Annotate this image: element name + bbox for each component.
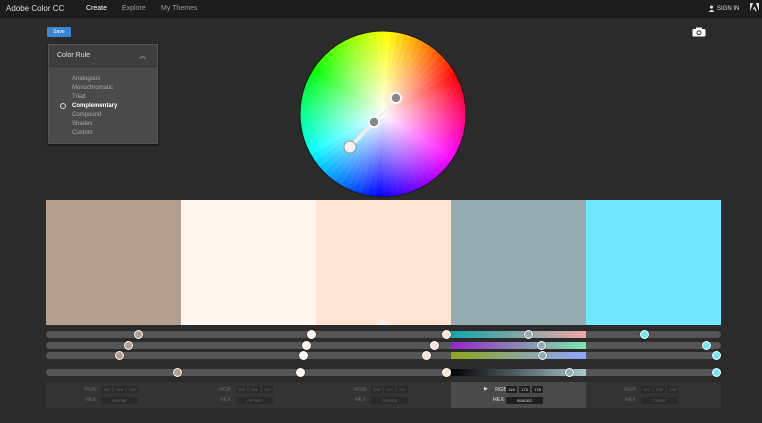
b-input[interactable]: 255: [667, 386, 678, 393]
hex-label: HEX: [219, 397, 231, 403]
knob-s4-brightness[interactable]: [565, 368, 574, 377]
hex-label: HEX: [354, 397, 366, 403]
knob-s4-r[interactable]: [524, 330, 533, 339]
knob-s5-r[interactable]: [640, 330, 649, 339]
swatch-2[interactable]: [181, 200, 316, 325]
b-input[interactable]: 211: [397, 386, 408, 393]
knob-s3-g[interactable]: [430, 341, 439, 350]
rgb-label: RGB: [219, 387, 231, 393]
hex-input[interactable]: 95ADB2: [506, 397, 543, 404]
hex-input[interactable]: FFE3D3: [371, 397, 408, 404]
hex-input[interactable]: FFF6F0: [236, 397, 273, 404]
color-rule-panel: Color Rule ︽ Analogous Monochromatic Tri…: [48, 44, 158, 144]
radio-selected-icon: [60, 103, 66, 109]
knob-s2-g[interactable]: [302, 341, 311, 350]
camera-icon[interactable]: [692, 24, 706, 37]
top-bar: Adobe Color CC Create Explore My Themes …: [0, 0, 762, 18]
swatch-3[interactable]: [316, 200, 451, 325]
knob-s1-r[interactable]: [134, 330, 143, 339]
knob-s2-r[interactable]: [307, 330, 316, 339]
rule-monochromatic[interactable]: Monochromatic: [72, 85, 113, 91]
knob-s4-b[interactable]: [538, 351, 547, 360]
slider-track-g[interactable]: [46, 342, 721, 349]
chevron-up-icon[interactable]: ︽: [139, 51, 146, 61]
color-rule-header[interactable]: Color Rule ︽: [49, 45, 157, 67]
knob-s4-g[interactable]: [537, 341, 546, 350]
nav-explore[interactable]: Explore: [122, 5, 146, 12]
knob-s3-r[interactable]: [442, 330, 451, 339]
rgb-label: RGB: [495, 387, 507, 393]
wheel-handle-base[interactable]: [368, 116, 380, 128]
knob-s1-brightness[interactable]: [173, 368, 182, 377]
blue-gradient: [451, 352, 586, 359]
g-input[interactable]: 173: [519, 386, 530, 393]
values-cell-1: RGB 180 159 142 HEX B49F8E: [46, 382, 181, 408]
values-cell-2: RGB 255 246 240 HEX FFF6F0: [181, 382, 316, 408]
knob-s1-b[interactable]: [115, 351, 124, 360]
green-gradient: [451, 342, 586, 349]
swatch-row: [46, 200, 721, 325]
sign-in-label: SIGN IN: [717, 5, 740, 12]
user-icon: [708, 5, 715, 12]
rgb-label: RGB: [84, 387, 96, 393]
wheel-handle-outer[interactable]: [343, 140, 357, 154]
app-brand[interactable]: Adobe Color CC: [6, 4, 64, 13]
r-input[interactable]: 255: [236, 386, 247, 393]
slider-track-brightness[interactable]: [46, 369, 721, 376]
rule-triad[interactable]: Triad: [72, 94, 85, 100]
color-wheel[interactable]: [299, 30, 467, 198]
nav-create[interactable]: Create: [86, 5, 107, 12]
swatch-1[interactable]: [46, 200, 181, 325]
slider-track-r[interactable]: [46, 331, 721, 338]
g-input[interactable]: 159: [114, 386, 125, 393]
swatch-4[interactable]: [451, 200, 586, 325]
rgb-label: RGB: [354, 387, 366, 393]
values-cell-3: RGB 255 227 211 HEX FFE3D3: [316, 382, 451, 408]
b-input[interactable]: 142: [127, 386, 138, 393]
values-cell-4: ▶ RGB 149 173 178 HEX 95ADB2: [451, 382, 586, 408]
hex-input[interactable]: B49F8E: [101, 397, 138, 404]
knob-s2-brightness[interactable]: [296, 368, 305, 377]
rule-custom[interactable]: Custom: [72, 130, 93, 136]
save-button[interactable]: Save: [47, 27, 71, 37]
nav-my-themes[interactable]: My Themes: [161, 5, 197, 12]
color-values-row: RGB 180 159 142 HEX B49F8E RGB 255 246 2…: [46, 382, 721, 408]
r-input[interactable]: 149: [506, 386, 517, 393]
r-input[interactable]: 255: [371, 386, 382, 393]
g-input[interactable]: 232: [654, 386, 665, 393]
g-input[interactable]: 246: [249, 386, 260, 393]
knob-s5-g[interactable]: [702, 341, 711, 350]
red-gradient: [451, 331, 586, 338]
wheel-handle-complement[interactable]: [390, 92, 402, 104]
knob-s5-brightness[interactable]: [712, 368, 721, 377]
knob-s3-brightness[interactable]: [442, 368, 451, 377]
color-rule-title: Color Rule: [57, 52, 91, 59]
knob-s2-b[interactable]: [299, 351, 308, 360]
rgb-label: RGB: [624, 387, 636, 393]
r-input[interactable]: 180: [101, 386, 112, 393]
swatch-5[interactable]: [586, 200, 721, 325]
rule-analogous[interactable]: Analogous: [72, 76, 100, 82]
hex-label: HEX: [84, 397, 96, 403]
sign-in-link[interactable]: SIGN IN: [708, 5, 739, 12]
knob-s3-b[interactable]: [422, 351, 431, 360]
r-input[interactable]: 112: [641, 386, 652, 393]
knob-s5-b[interactable]: [712, 351, 721, 360]
hex-label: HEX: [624, 397, 636, 403]
b-input[interactable]: 240: [262, 386, 273, 393]
b-input[interactable]: 178: [532, 386, 543, 393]
rule-complementary[interactable]: Complementary: [72, 103, 117, 109]
rule-shades[interactable]: Shades: [72, 121, 92, 127]
g-input[interactable]: 227: [384, 386, 395, 393]
slider-track-b[interactable]: [46, 352, 721, 359]
selected-swatch-pointer: [377, 318, 389, 325]
hex-label: HEX: [492, 397, 504, 403]
values-cell-5: RGB 112 232 255 HEX 70E8FF: [586, 382, 721, 408]
hex-input[interactable]: 70E8FF: [641, 397, 678, 404]
adobe-logo-icon[interactable]: [750, 3, 759, 13]
knob-s1-g[interactable]: [124, 341, 133, 350]
rule-compound[interactable]: Compound: [72, 112, 101, 118]
